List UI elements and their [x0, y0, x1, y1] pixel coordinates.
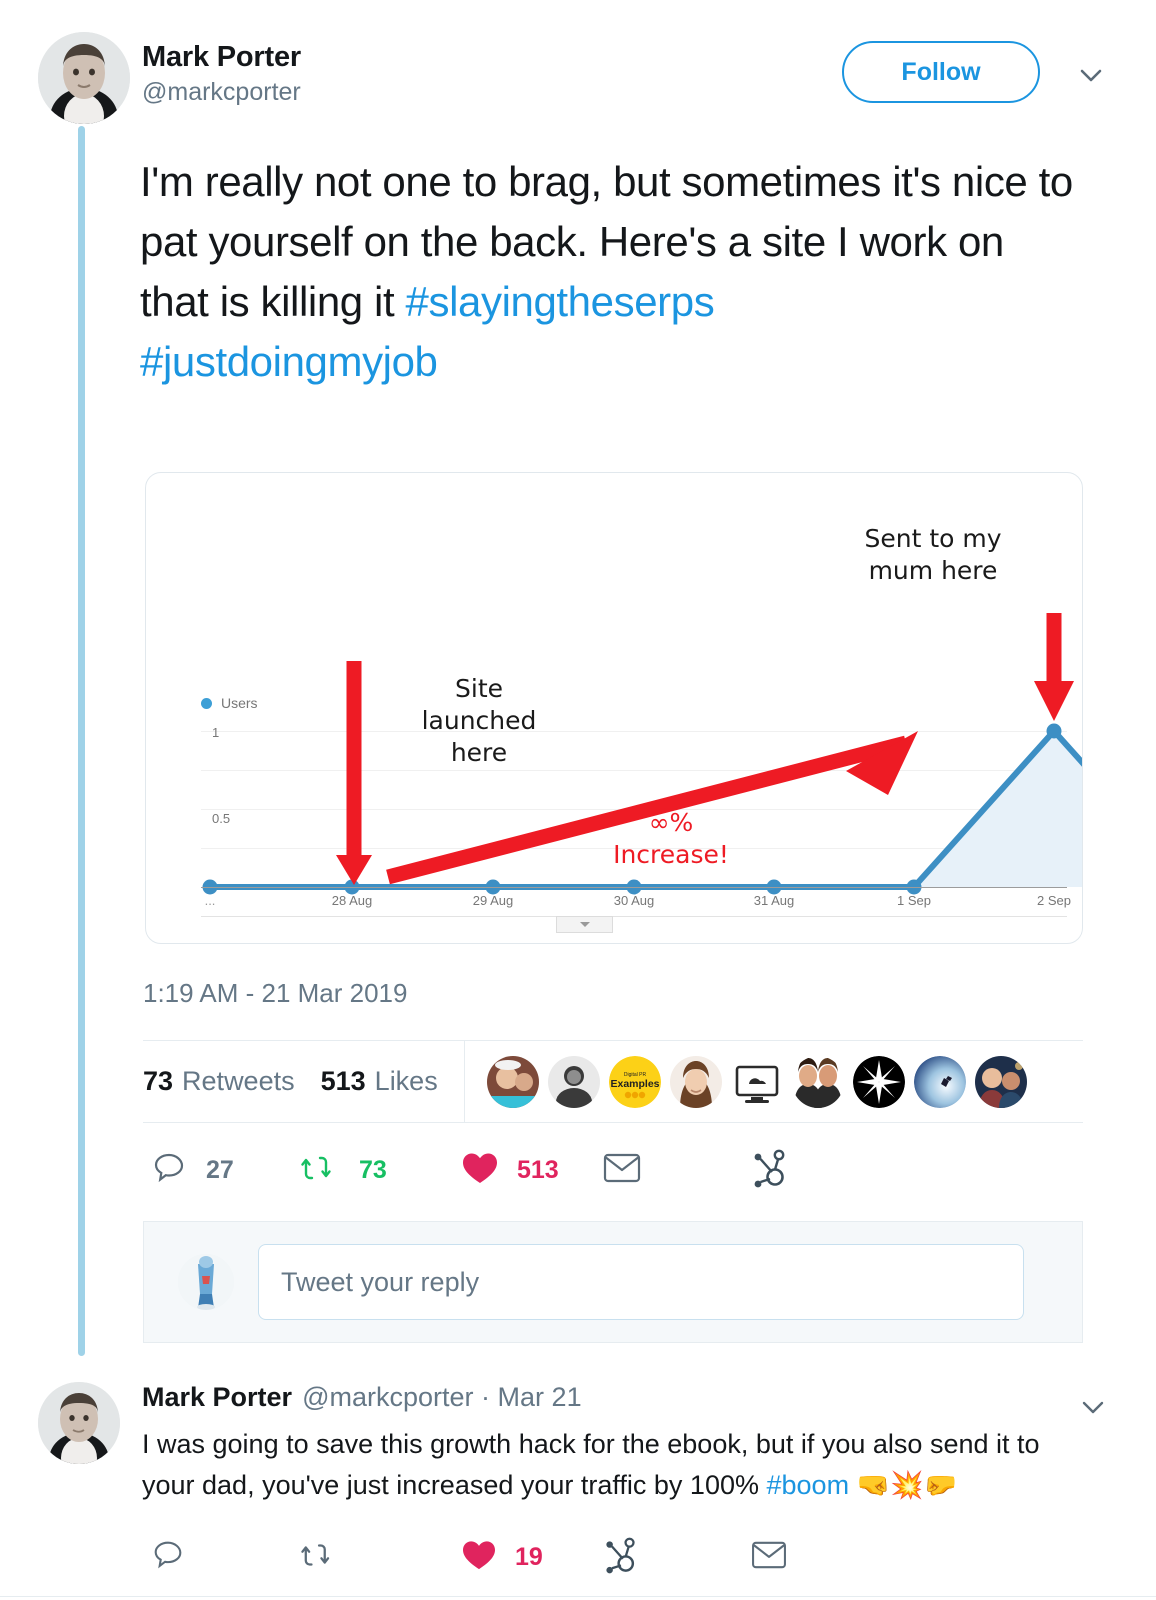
- engager-avatar-7-star-burst[interactable]: [853, 1056, 905, 1108]
- likes-count[interactable]: 513: [321, 1066, 366, 1097]
- current-user-avatar[interactable]: [178, 1254, 234, 1310]
- comment-icon: [150, 1149, 188, 1192]
- svg-text:Examples: Examples: [610, 1078, 659, 1090]
- tweet-stats-row: 73 Retweets 513 Likes: [143, 1040, 1083, 1122]
- reply-input[interactable]: [258, 1244, 1024, 1320]
- engager-avatar-2[interactable]: [548, 1056, 600, 1108]
- engager-avatar-4[interactable]: [670, 1056, 722, 1108]
- reply-chevron-down-icon[interactable]: [1076, 1390, 1110, 1424]
- retweet-icon: [301, 1537, 339, 1578]
- reply-display-name[interactable]: Mark Porter: [142, 1382, 292, 1412]
- direct-message-action[interactable]: [603, 1152, 641, 1189]
- engager-avatar-8[interactable]: [914, 1056, 966, 1108]
- reply-count: 27: [206, 1156, 234, 1185]
- like-action[interactable]: 513: [461, 1151, 559, 1190]
- x-tick-0: ...: [205, 893, 216, 908]
- x-tick-31aug: 31 Aug: [754, 893, 795, 908]
- chevron-down-icon[interactable]: [1072, 56, 1110, 94]
- hubspot-sprocket-icon: [603, 1536, 639, 1579]
- x-tick-28aug: 28 Aug: [332, 893, 373, 908]
- reply-like-count: 19: [515, 1543, 543, 1572]
- heart-icon: [461, 1151, 499, 1190]
- engager-avatar-3-digital-pr-examples[interactable]: Digital PR Examples: [609, 1056, 661, 1108]
- annotation-site-line1: Site: [389, 673, 569, 705]
- x-tick-30aug: 30 Aug: [614, 893, 655, 908]
- reply-action[interactable]: 27: [150, 1149, 234, 1192]
- chart-scrollbar-thumb[interactable]: [556, 916, 613, 933]
- x-tick-1sep: 1 Sep: [897, 893, 931, 908]
- annotation-increase: ∞% Increase!: [566, 807, 776, 871]
- bottom-divider: [0, 1596, 1156, 1597]
- reply-action-bar: 19: [143, 1522, 1083, 1592]
- emoji-collision: 💥: [890, 1470, 924, 1500]
- retweets-count[interactable]: 73: [143, 1066, 173, 1097]
- hashtag-justdoingmyjob[interactable]: #justdoingmyjob: [140, 338, 438, 385]
- reply-date[interactable]: Mar 21: [498, 1382, 582, 1412]
- display-name: Mark Porter: [142, 40, 301, 74]
- chevron-down-small-icon: [580, 922, 590, 927]
- likes-label[interactable]: Likes: [375, 1066, 438, 1097]
- hubspot-share-action-secondary[interactable]: [603, 1536, 639, 1579]
- user-handle: @markcporter: [142, 76, 301, 108]
- tweet-page: Mark Porter @markcporter Follow I'm real…: [0, 0, 1156, 1600]
- like-action-secondary[interactable]: 19: [461, 1539, 543, 1576]
- name-block: Mark Porter @markcporter: [142, 40, 301, 108]
- retweet-action-secondary[interactable]: [301, 1537, 339, 1578]
- tweet-header: Mark Porter @markcporter Follow: [38, 28, 1118, 128]
- like-count: 513: [517, 1156, 559, 1185]
- engager-avatar-strip: Digital PR Examples: [487, 1056, 1027, 1108]
- annotation-sent-to-mum: Sent to my mum here: [818, 523, 1048, 587]
- stats-divider: [464, 1041, 465, 1123]
- hashtag-slayingtheserps[interactable]: #slayingtheserps: [406, 278, 715, 325]
- engager-avatar-1[interactable]: [487, 1056, 539, 1108]
- chart-scrollbar-track[interactable]: [201, 916, 1067, 930]
- reply-composer: [143, 1221, 1083, 1343]
- x-axis-baseline: [201, 887, 1067, 888]
- tweet-timestamp[interactable]: 1:19 AM - 21 Mar 2019: [143, 978, 407, 1009]
- engager-avatar-5-monitor-icon[interactable]: [731, 1056, 783, 1108]
- annotation-mum-line2: mum here: [818, 555, 1048, 587]
- hubspot-share-action[interactable]: [751, 1148, 789, 1193]
- heart-icon: [461, 1539, 497, 1576]
- x-tick-29aug: 29 Aug: [473, 893, 514, 908]
- tweet-media-chart[interactable]: Users 1 0.5: [145, 472, 1083, 944]
- follow-button[interactable]: Follow: [842, 41, 1040, 103]
- annotation-site-line2: launched: [389, 705, 569, 737]
- retweet-count: 73: [359, 1156, 387, 1185]
- tweet-action-bar: 27 73 513: [143, 1122, 1083, 1218]
- reply-meta: Mark Porter @markcporter · Mar 21: [142, 1382, 582, 1413]
- hubspot-sprocket-icon: [751, 1148, 789, 1193]
- annotation-increase-value: ∞%: [566, 807, 776, 839]
- avatar-reply-mark-porter[interactable]: [38, 1382, 120, 1464]
- hashtag-boom[interactable]: #boom: [767, 1470, 850, 1500]
- emoji-right-fist: 🤜: [857, 1470, 891, 1500]
- direct-message-action-secondary[interactable]: [751, 1540, 787, 1575]
- avatar-mark-porter[interactable]: [38, 32, 130, 124]
- thread-connector-line: [78, 126, 85, 1356]
- x-tick-2sep: 2 Sep: [1037, 893, 1071, 908]
- retweet-icon: [301, 1149, 341, 1192]
- annotation-site-line3: here: [389, 737, 569, 769]
- engager-avatar-6[interactable]: [792, 1056, 844, 1108]
- engager-avatar-9[interactable]: [975, 1056, 1027, 1108]
- comment-icon: [150, 1537, 186, 1578]
- stats-counts: 73 Retweets 513 Likes: [143, 1066, 438, 1097]
- reply-action-secondary[interactable]: [150, 1537, 186, 1578]
- analytics-chart: Users 1 0.5: [146, 473, 1082, 943]
- reply-text: I was going to save this growth hack for…: [142, 1424, 1072, 1506]
- envelope-icon: [751, 1540, 787, 1575]
- envelope-icon: [603, 1152, 641, 1189]
- annotation-mum-line1: Sent to my: [818, 523, 1048, 555]
- retweets-label[interactable]: Retweets: [182, 1066, 295, 1097]
- annotation-increase-label: Increase!: [566, 839, 776, 871]
- retweet-action[interactable]: 73: [301, 1149, 387, 1192]
- reply-separator: ·: [481, 1382, 490, 1412]
- emoji-left-fist: 🤛: [924, 1470, 958, 1500]
- reply-handle[interactable]: @markcporter: [302, 1382, 473, 1412]
- tweet-text: I'm really not one to brag, but sometime…: [140, 152, 1080, 392]
- annotation-site-launched: Site launched here: [389, 673, 569, 769]
